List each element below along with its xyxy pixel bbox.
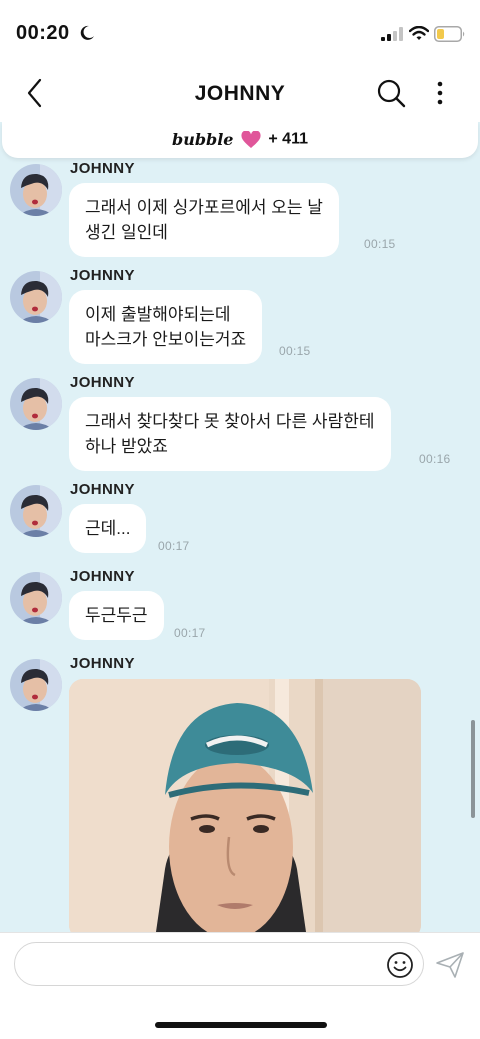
sender-name: JOHNNY [70, 655, 135, 672]
page-title: JOHNNY [194, 82, 286, 105]
heart-icon [241, 130, 261, 148]
message-bubble[interactable]: 그래서 이제 싱가포르에서 오는 날 생긴 일인데 [69, 183, 339, 257]
bubble-logo: bubble [172, 130, 234, 149]
message-line: 그래서 이제 싱가포르에서 오는 날 [85, 198, 323, 217]
scrollbar[interactable] [471, 720, 475, 818]
message-input[interactable] [14, 942, 424, 986]
chat-area[interactable]: bubble + 411 JOHNNY 그래서 이제 싱가포르에서 오는 날 생… [0, 122, 480, 932]
message-line: 마스크가 안보이는거죠 [85, 330, 247, 349]
emoji-button[interactable] [386, 951, 414, 979]
message-bubble[interactable]: 근데... [69, 504, 147, 553]
avatar[interactable] [10, 271, 62, 323]
nav-header: JOHNNY [0, 64, 480, 122]
message-timestamp: 00:16 [419, 452, 451, 466]
composer [0, 932, 480, 1039]
send-button[interactable] [434, 950, 466, 980]
more-button[interactable] [428, 76, 452, 110]
bubble-banner[interactable]: bubble + 411 [2, 122, 478, 158]
more-icon [437, 81, 443, 105]
moon-icon [80, 25, 94, 40]
avatar[interactable] [10, 164, 62, 216]
message-line: 이제 출발해야되는데 [85, 305, 231, 324]
message-line: 근데... [85, 519, 131, 538]
wifi-icon [409, 26, 429, 40]
message-timestamp: 00:17 [174, 626, 206, 640]
avatar[interactable] [10, 485, 62, 537]
sender-name: JOHNNY [70, 568, 135, 585]
send-icon [436, 952, 464, 978]
status-bar: 00:20 [0, 0, 480, 64]
battery-icon [434, 26, 465, 42]
sender-name: JOHNNY [70, 160, 135, 177]
message-bubble[interactable]: 그래서 찾다찾다 못 찾아서 다른 사람한테 하나 받았죠 [69, 397, 391, 471]
avatar[interactable] [10, 572, 62, 624]
sender-name: JOHNNY [70, 374, 135, 391]
status-time: 00:20 [16, 22, 70, 44]
message-bubble[interactable]: 두근두근 [69, 591, 164, 640]
sender-name: JOHNNY [70, 267, 135, 284]
smiley-icon [387, 952, 413, 978]
message-timestamp: 00:15 [279, 344, 311, 358]
message-timestamp: 00:17 [158, 539, 190, 553]
avatar[interactable] [10, 659, 62, 711]
search-icon [377, 79, 406, 108]
message-line: 그래서 찾다찾다 못 찾아서 다른 사람한테 [85, 412, 375, 431]
avatar[interactable] [10, 378, 62, 430]
sender-name: JOHNNY [70, 481, 135, 498]
message-line: 하나 받았죠 [85, 437, 168, 456]
home-indicator [155, 1022, 327, 1028]
message-line: 생긴 일인데 [85, 223, 168, 242]
message-line: 두근두근 [85, 606, 148, 625]
bubble-count: + 411 [268, 130, 308, 148]
message-bubble[interactable]: 이제 출발해야되는데 마스크가 안보이는거죠 [69, 290, 263, 364]
message-timestamp: 00:15 [364, 237, 396, 251]
signal-icon [381, 27, 403, 41]
search-button[interactable] [374, 76, 408, 110]
photo-message[interactable] [69, 679, 421, 932]
